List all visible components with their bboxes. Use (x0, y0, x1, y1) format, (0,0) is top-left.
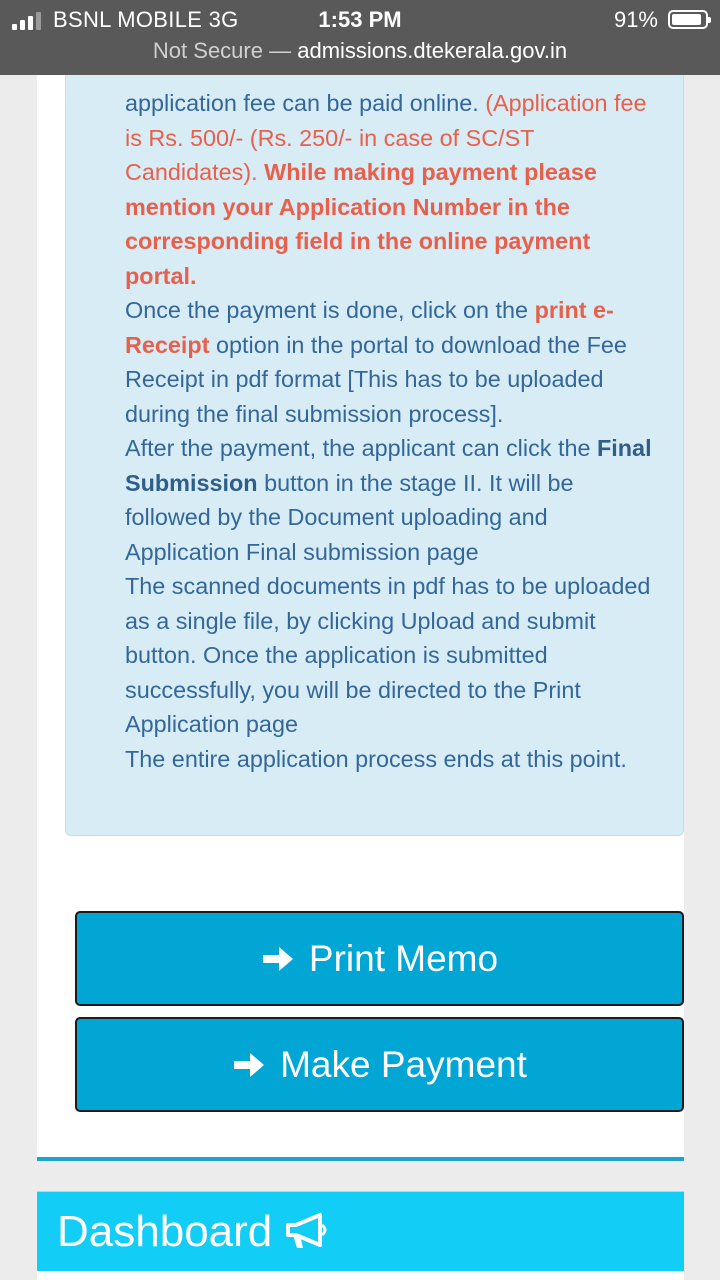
instructions-paragraph-final: After the payment, the applicant can cli… (125, 431, 653, 569)
security-label: Not Secure (152, 38, 263, 63)
instructions-paragraph-fee: application fee can be paid online. (App… (125, 86, 653, 293)
print-memo-button[interactable]: Print Memo (75, 911, 684, 1006)
fee-text: application fee can be paid online. (125, 90, 486, 116)
status-bar: BSNL MOBILE 3G 1:53 PM 91% (0, 0, 720, 38)
status-time: 1:53 PM (318, 7, 402, 32)
instructions-paragraph-upload: The scanned documents in pdf has to be u… (125, 573, 651, 737)
receipt-text-start: Once the payment is done, click on the (125, 297, 535, 323)
battery-percent: 91% (613, 7, 658, 32)
instructions-paragraph-receipt: Once the payment is done, click on the p… (125, 293, 653, 431)
dashboard-body (37, 1271, 684, 1280)
dashboard-header: Dashboard (37, 1191, 684, 1271)
make-payment-label: Make Payment (280, 1043, 527, 1085)
instructions-paragraph-end: The entire application process ends at t… (125, 745, 627, 772)
battery-icon (668, 10, 711, 29)
url-host: admissions.dtekerala.gov.in (297, 38, 568, 63)
arrow-right-icon (262, 946, 293, 971)
address-bar[interactable]: Not Secure — admissions.dtekerala.gov.in (0, 38, 720, 64)
make-payment-button[interactable]: Make Payment (75, 1017, 684, 1112)
browser-top-bar: BSNL MOBILE 3G 1:53 PM 91% Not Secure — … (0, 0, 720, 75)
instructions-panel: application fee can be paid online. (App… (65, 60, 684, 836)
arrow-right-icon (234, 1052, 265, 1077)
bullhorn-icon (286, 1212, 327, 1248)
final-text-start: After the payment, the applicant can cli… (125, 435, 597, 461)
url-separator: — (262, 38, 298, 63)
print-memo-label: Print Memo (308, 937, 499, 979)
dashboard-title: Dashboard (57, 1206, 273, 1256)
